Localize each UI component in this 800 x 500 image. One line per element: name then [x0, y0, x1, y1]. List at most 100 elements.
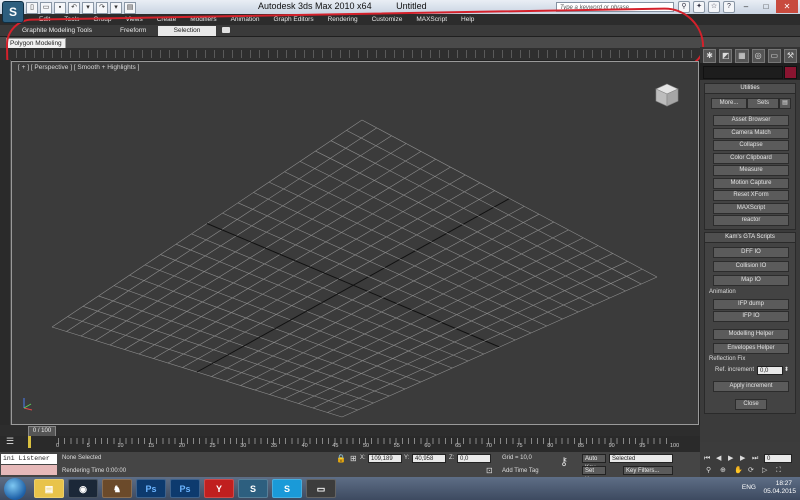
- orbit-icon[interactable]: ⟳: [748, 466, 754, 475]
- x-coordinate-field[interactable]: 109,189: [368, 454, 402, 463]
- mini-curve-editor-icon[interactable]: ☰: [6, 437, 14, 446]
- tray-language[interactable]: ENG: [742, 484, 756, 491]
- menu-edit[interactable]: Edit: [32, 14, 57, 25]
- menu-views[interactable]: Views: [118, 14, 149, 25]
- help-icon[interactable]: ?: [723, 1, 735, 13]
- configure-sets-icon[interactable]: ▤: [779, 98, 791, 109]
- taskbar-steam[interactable]: ◉: [68, 479, 98, 498]
- ifp-dump-button[interactable]: IFP dump: [713, 299, 789, 310]
- map-io-button[interactable]: Map IO: [713, 275, 789, 286]
- auto-key-button[interactable]: Auto Key: [582, 454, 606, 471]
- utilities-header[interactable]: Utilities: [705, 84, 795, 94]
- maxscript-button[interactable]: MAXScript: [713, 203, 789, 214]
- apply-increment-button[interactable]: Apply increment: [713, 381, 789, 392]
- menu-customize[interactable]: Customize: [365, 14, 410, 25]
- measure-button[interactable]: Measure: [713, 165, 789, 176]
- camera-match-button[interactable]: Camera Match: [713, 128, 789, 139]
- go-to-end-icon[interactable]: ⏭: [752, 454, 758, 463]
- menu-animation[interactable]: Animation: [224, 14, 267, 25]
- set-key-button[interactable]: Set Key: [582, 466, 606, 483]
- close-script-button[interactable]: Close: [735, 399, 767, 410]
- zoom-icon[interactable]: ⚲: [706, 466, 711, 475]
- menu-graph-editors[interactable]: Graph Editors: [267, 14, 321, 25]
- start-button[interactable]: [4, 478, 26, 500]
- tray-time[interactable]: 18:27: [776, 480, 792, 487]
- redo-icon[interactable]: ↷: [96, 2, 108, 14]
- key-filters-button[interactable]: Key Filters...: [623, 466, 673, 475]
- taskbar-yandex[interactable]: Y: [204, 479, 234, 498]
- set-key-icon[interactable]: ⚷: [560, 457, 568, 468]
- search-icon[interactable]: ⚲: [678, 1, 690, 13]
- menu-maxscript[interactable]: MAXScript: [409, 14, 454, 25]
- time-slider[interactable]: 0 / 100: [0, 425, 700, 437]
- subscription-icon[interactable]: ✦: [693, 1, 705, 13]
- taskbar-photoshop-1[interactable]: Ps: [136, 479, 166, 498]
- taskbar-skype[interactable]: S: [272, 479, 302, 498]
- dff-io-button[interactable]: DFF IO: [713, 247, 789, 258]
- project-folder-icon[interactable]: ▤: [124, 2, 136, 14]
- menu-create[interactable]: Create: [150, 14, 184, 25]
- perspective-viewport[interactable]: [ + ] [ Perspective ] [ Smooth + Highlig…: [11, 61, 699, 425]
- menu-help[interactable]: Help: [454, 14, 481, 25]
- prev-frame-icon[interactable]: ◀: [716, 454, 721, 463]
- menu-group[interactable]: Group: [86, 14, 118, 25]
- color-clipboard-button[interactable]: Color Clipboard: [713, 153, 789, 164]
- maxscript-listener-input[interactable]: ini Listener: [1, 454, 57, 464]
- maximize-viewport-icon[interactable]: ⛶: [776, 466, 781, 475]
- viewcube-icon[interactable]: [654, 82, 680, 108]
- taskbar-window[interactable]: ▭: [306, 479, 336, 498]
- minimize-button[interactable]: –: [736, 0, 756, 13]
- reactor-button[interactable]: reactor: [713, 215, 789, 226]
- taskbar-game[interactable]: ♞: [102, 479, 132, 498]
- gta-scripts-header[interactable]: Kam's GTA Scripts: [705, 233, 795, 243]
- z-coordinate-field[interactable]: 0,0: [457, 454, 491, 463]
- selected-dropdown[interactable]: Selected: [609, 454, 673, 463]
- ref-increment-input[interactable]: 0,0: [757, 366, 783, 375]
- menu-modifiers[interactable]: Modifiers: [183, 14, 223, 25]
- modify-tab-icon[interactable]: ◩: [719, 49, 733, 63]
- undo-dropdown-icon[interactable]: ▾: [82, 2, 94, 14]
- object-name-field[interactable]: [703, 66, 783, 79]
- menu-rendering[interactable]: Rendering: [321, 14, 365, 25]
- app-logo-icon[interactable]: S: [2, 1, 24, 23]
- taskbar-3dsmax[interactable]: S: [238, 479, 268, 498]
- current-frame-marker[interactable]: [28, 436, 31, 448]
- hierarchy-tab-icon[interactable]: ▦: [735, 49, 749, 63]
- utilities-tab-icon[interactable]: ⚒: [783, 49, 798, 63]
- tray-date[interactable]: 05.04.2015: [763, 488, 796, 495]
- sets-button[interactable]: Sets: [747, 98, 779, 109]
- taskbar-photoshop-2[interactable]: Ps: [170, 479, 200, 498]
- display-tab-icon[interactable]: ▭: [767, 49, 781, 63]
- collision-io-button[interactable]: Collision IO: [713, 261, 789, 272]
- redo-dropdown-icon[interactable]: ▾: [110, 2, 122, 14]
- track-bar[interactable]: ☰ 0 5 10 15 20 25 30 35 40 45 50 55 60 65 70 75 80 85 90 95…: [0, 436, 700, 452]
- menu-tools[interactable]: Tools: [57, 14, 86, 25]
- tab-selection[interactable]: Selection: [158, 26, 216, 36]
- maximize-button[interactable]: □: [756, 0, 776, 13]
- current-frame-field[interactable]: 0: [764, 454, 792, 463]
- maxscript-listener-output[interactable]: [1, 465, 57, 475]
- undo-icon[interactable]: ↶: [68, 2, 80, 14]
- absolute-mode-icon[interactable]: ⊞: [350, 454, 357, 463]
- reset-xform-button[interactable]: Reset XForm: [713, 190, 789, 201]
- play-icon[interactable]: ▶: [728, 454, 733, 463]
- envelopes-helper-button[interactable]: Envelopes Helper: [713, 343, 789, 354]
- go-to-start-icon[interactable]: ⏮: [704, 454, 710, 463]
- selection-lock-icon[interactable]: 🔒: [336, 454, 346, 463]
- time-tag-icon[interactable]: ⊡: [486, 466, 493, 475]
- motion-tab-icon[interactable]: ◎: [751, 49, 765, 63]
- ifp-io-button[interactable]: IFP IO: [713, 311, 789, 322]
- zoom-all-icon[interactable]: ⊕: [720, 466, 726, 475]
- ribbon-minimize-icon[interactable]: [222, 27, 230, 33]
- ref-increment-spinner-icon[interactable]: ⬍: [784, 366, 789, 373]
- next-frame-icon[interactable]: ▶: [740, 454, 745, 463]
- y-coordinate-field[interactable]: 40,958: [412, 454, 446, 463]
- pan-icon[interactable]: ✋: [734, 466, 743, 475]
- tab-graphite-modeling-tools[interactable]: Graphite Modeling Tools: [18, 26, 96, 36]
- motion-capture-button[interactable]: Motion Capture: [713, 178, 789, 189]
- search-input[interactable]: Type a keyword or phrase: [556, 2, 674, 12]
- asset-browser-button[interactable]: Asset Browser: [713, 115, 789, 126]
- new-file-icon[interactable]: ▯: [26, 2, 38, 14]
- field-of-view-icon[interactable]: ▷: [762, 466, 767, 475]
- more-button[interactable]: More...: [711, 98, 747, 109]
